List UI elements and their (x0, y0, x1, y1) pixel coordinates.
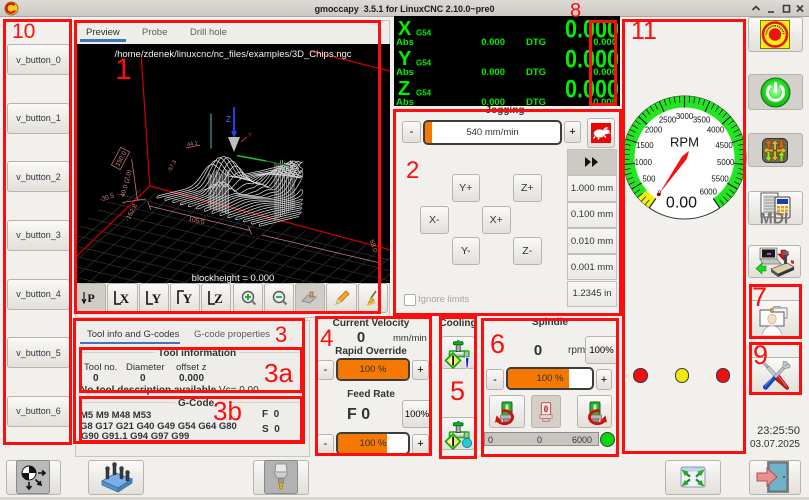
svg-text:6000: 6000 (699, 187, 717, 196)
svg-text:RPM: RPM (670, 135, 699, 150)
svg-text:3500: 3500 (692, 115, 710, 124)
svg-text:Abs: Abs (396, 37, 414, 48)
svg-text:P: P (87, 291, 94, 305)
svg-text:G54: G54 (416, 59, 432, 68)
svg-text:2000: 2000 (644, 126, 662, 135)
svg-text:DTG: DTG (526, 67, 546, 78)
svg-text:/home/zdenek/linuxcnc/nc_files: /home/zdenek/linuxcnc/nc_files/examples/… (114, 49, 351, 60)
svg-text:0.000: 0.000 (593, 97, 617, 106)
svg-text:Z: Z (214, 291, 223, 306)
svg-text:0.000: 0.000 (481, 37, 505, 48)
svg-text:X: X (120, 291, 130, 306)
svg-text:5500: 5500 (711, 175, 729, 184)
svg-text:0.000: 0.000 (481, 67, 505, 78)
svg-text:0.00: 0.00 (665, 195, 696, 212)
svg-text:3000: 3000 (675, 112, 693, 121)
svg-text:0: 0 (544, 404, 549, 414)
svg-text:Y: Y (248, 133, 252, 139)
svg-text:Y: Y (183, 291, 193, 306)
svg-text:Z: Z (226, 115, 231, 124)
svg-text:G54: G54 (416, 29, 432, 38)
svg-text:MDI: MDI (760, 210, 788, 224)
svg-text:2500: 2500 (658, 115, 676, 124)
svg-text:blockheight = 0.000: blockheight = 0.000 (192, 273, 275, 283)
svg-text:5000: 5000 (717, 158, 735, 167)
svg-text:1000: 1000 (634, 158, 652, 167)
svg-text:Abs: Abs (396, 97, 414, 106)
svg-text:4000: 4000 (706, 126, 724, 135)
svg-text:4500: 4500 (715, 141, 733, 150)
svg-text:G54: G54 (416, 89, 432, 98)
svg-text:Abs: Abs (396, 67, 414, 78)
svg-text:Y: Y (152, 291, 162, 306)
svg-text:1500: 1500 (636, 141, 654, 150)
svg-text:DTG: DTG (526, 37, 546, 48)
svg-text:500: 500 (642, 175, 656, 184)
